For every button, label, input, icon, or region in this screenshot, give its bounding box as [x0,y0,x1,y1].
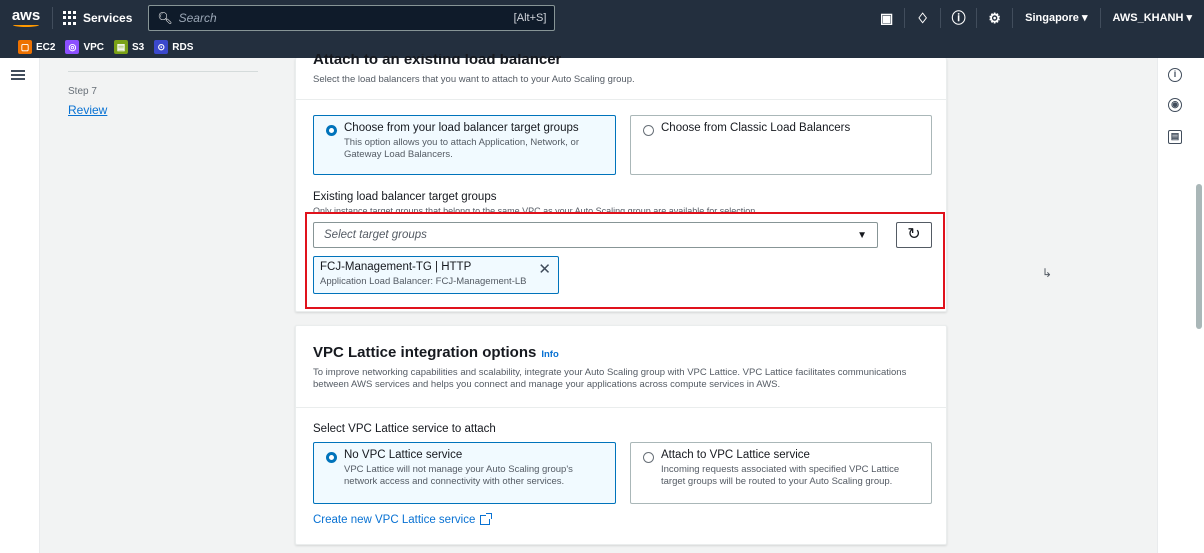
tools-strip: i ◉ ▤ [1157,58,1204,553]
wizard-steps: Step 7 Review [40,58,295,553]
option-attach-vpc-lattice[interactable]: Attach to VPC Lattice service Incoming r… [630,442,932,504]
highlight-box [305,212,945,309]
menu-icon[interactable] [11,70,25,80]
info-link[interactable]: Info [541,349,558,360]
search-placeholder: Search [178,11,217,25]
option-classic-load-balancers[interactable]: Choose from Classic Load Balancers [630,115,932,175]
external-link-icon [480,513,493,525]
top-navigation: aws Services 🔍︎ Search [Alt+S] ▣ ♢ ⓘ ⚙ S… [0,0,1204,36]
favorite-label: EC2 [36,41,56,53]
radio-selected[interactable] [326,452,337,463]
search-shortcut: [Alt+S] [513,12,547,24]
step-link-review[interactable]: Review [68,103,107,117]
ec2-icon: ▢ [18,40,32,54]
mouse-cursor-icon: ↳ [1042,266,1053,280]
vpc-icon: ◎ [65,40,80,54]
rds-icon: ⊙ [154,40,169,54]
step-divider [68,71,258,72]
favorite-vpc[interactable]: ◎ VPC [65,40,104,54]
option-description: Incoming requests associated with specif… [661,464,900,487]
feedback-icon[interactable]: ◉ [1168,98,1182,112]
option-target-groups[interactable]: Choose from your load balancer target gr… [313,115,616,175]
favorite-label: S3 [132,41,145,53]
tutorial-icon[interactable]: ▤ [1168,130,1182,144]
side-navigation-toggle-strip [0,58,40,553]
aws-logo-text: aws [11,7,41,24]
help-icon[interactable]: ⓘ [941,8,978,28]
create-vpc-lattice-link[interactable]: Create new VPC Lattice service [313,513,493,526]
vpc-lattice-title: VPC Lattice integration options [313,344,537,361]
option-title: No VPC Lattice service [344,449,463,461]
notifications-icon[interactable]: ♢ [905,8,942,28]
vpc-lattice-heading: VPC Lattice integration options Info [313,344,559,361]
scrollbar-thumb[interactable] [1196,184,1202,329]
grid-icon [63,11,77,25]
settings-icon[interactable]: ⚙ [977,8,1014,28]
info-icon[interactable]: i [1168,68,1182,82]
step-number: Step 7 [68,86,97,97]
vpc-lattice-subtitle: To improve networking capabilities and s… [313,367,907,390]
favorite-s3[interactable]: ▤ S3 [114,40,144,54]
existing-target-groups-label: Existing load balancer target groups [313,191,497,203]
favorite-ec2[interactable]: ▢ EC2 [18,40,55,54]
favorite-rds[interactable]: ⊙ RDS [154,40,193,54]
vpc-lattice-panel: VPC Lattice integration options Info To i… [295,325,947,545]
aws-logo[interactable]: aws [0,7,52,27]
cloudshell-icon[interactable]: ▣ [869,8,906,28]
option-title: Attach to VPC Lattice service [661,449,810,461]
services-label: Services [83,11,133,25]
vpc-lattice-select-label: Select VPC Lattice service to attach [313,423,496,435]
favorite-label: VPC [83,41,105,53]
s3-icon: ▤ [114,40,129,54]
option-description: This option allows you to attach Applica… [344,137,579,160]
top-right-controls: ▣ ♢ ⓘ ⚙ Singapore ▾ AWS_KHANH ▾ [869,0,1204,36]
load-balancer-subtitle: Select the load balancers that you want … [313,74,635,85]
create-link-label: Create new VPC Lattice service [313,514,476,526]
search-input[interactable]: 🔍︎ Search [Alt+S] [148,5,556,31]
radio-unselected[interactable] [643,452,654,463]
option-description: VPC Lattice will not manage your Auto Sc… [344,464,573,487]
divider [296,407,946,408]
option-title: Choose from your load balancer target gr… [344,122,579,134]
load-balancer-heading: Attach to an existing load balancer [313,54,562,64]
region-selector[interactable]: Singapore ▾ [1013,8,1101,28]
favorite-label: RDS [172,41,194,53]
divider [296,99,946,100]
account-menu[interactable]: AWS_KHANH ▾ [1101,8,1204,28]
favorites-bar: ▢ EC2 ◎ VPC ▤ S3 ⊙ RDS [0,36,1204,58]
services-menu-button[interactable]: Services [52,7,142,29]
search-icon: 🔍︎ [157,11,173,25]
option-no-vpc-lattice[interactable]: No VPC Lattice service VPC Lattice will … [313,442,616,504]
radio-selected[interactable] [326,125,337,136]
radio-unselected[interactable] [643,125,654,136]
option-title: Choose from Classic Load Balancers [661,122,851,134]
